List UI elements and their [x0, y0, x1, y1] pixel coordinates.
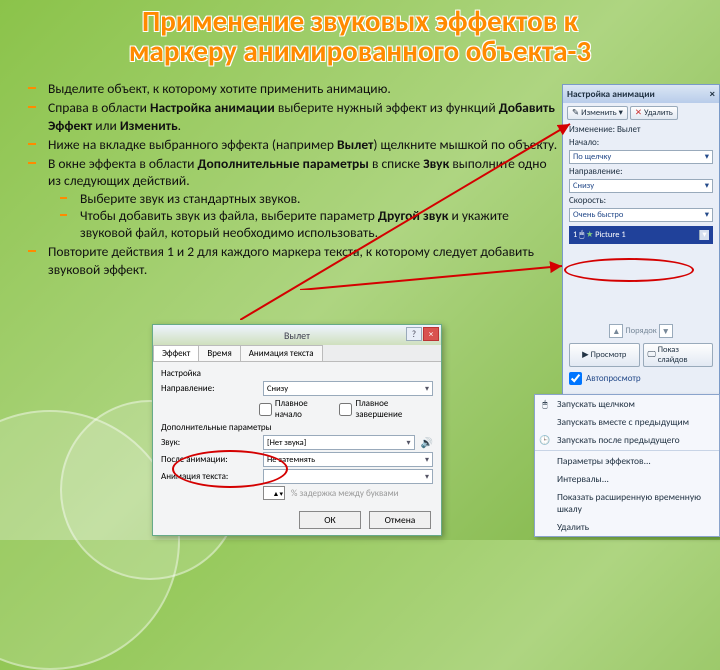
help-icon[interactable]: ? — [406, 327, 422, 341]
chevron-down-icon: ▾ — [705, 152, 709, 162]
menu-start-after-prev[interactable]: 🕒Запускать после предыдущего — [535, 431, 719, 449]
letter-delay-label: % задержка между буквами — [291, 488, 399, 499]
slide-title: Применение звуковых эффектов к маркеру а… — [0, 6, 720, 67]
slide-body-text: Выделите объект, к которому хотите приме… — [28, 80, 558, 280]
reorder-row: ▲ Порядок ▼ — [563, 321, 719, 341]
change-label: Изменение: Вылет — [563, 123, 719, 136]
context-menu: 🖱Запускать щелчком Запускать вместе с пр… — [534, 394, 720, 537]
direction-select[interactable]: Снизу▾ — [569, 179, 713, 193]
chevron-down-icon: ▾ — [425, 455, 429, 465]
menu-show-advanced-timeline[interactable]: Показать расширенную временную шкалу — [535, 488, 719, 518]
play-button[interactable]: ▶ Просмотр — [569, 343, 640, 367]
tab-text-animation[interactable]: Анимация текста — [240, 345, 323, 361]
pencil-icon: ✎ — [572, 108, 579, 118]
speed-label: Скорость: — [563, 194, 719, 207]
dlg-sound-label: Звук: — [161, 437, 257, 448]
dlg-after-select[interactable]: Не затемнять▾ — [263, 452, 433, 467]
tab-effect[interactable]: Эффект — [153, 345, 199, 361]
bullet-4-sub2: Чтобы добавить звук из файла, выберите п… — [74, 207, 558, 242]
clock-icon: 🕒 — [538, 433, 552, 447]
remove-effect-button[interactable]: ✕ Удалить — [630, 106, 678, 120]
move-down-button[interactable]: ▼ — [659, 324, 673, 338]
mouse-icon: 🖱 — [538, 397, 552, 411]
dlg-textanim-label: Анимация текста: — [161, 471, 257, 482]
title-line2: маркеру анимированного объекта-3 — [129, 33, 591, 69]
autopreview-checkbox[interactable]: Автопросмотр — [563, 369, 719, 388]
bullet-2: Справа в области Настройка анимации выбе… — [42, 99, 558, 134]
change-effect-button[interactable]: ✎ Изменить ▾ — [567, 106, 628, 120]
group-settings: Настройка — [161, 368, 433, 379]
move-up-button[interactable]: ▲ — [609, 324, 623, 338]
chevron-down-icon: ▾ — [425, 384, 429, 394]
speaker-icon[interactable]: 🔊 — [421, 436, 433, 449]
star-icon: ★ — [586, 230, 593, 240]
menu-delete[interactable]: Удалить — [535, 518, 719, 536]
x-icon: ✕ — [635, 108, 642, 118]
start-label: Начало: — [563, 136, 719, 149]
menu-effect-options[interactable]: Параметры эффектов... — [535, 452, 719, 470]
dlg-textanim-select[interactable]: ▾ — [263, 469, 433, 484]
letter-delay-spinner[interactable]: ▲▾ — [263, 486, 285, 500]
dialog-title: Вылет — [284, 329, 310, 342]
ok-button[interactable]: ОК — [299, 511, 361, 529]
pane-header: Настройка анимации × — [563, 85, 719, 103]
chevron-down-icon: ▾ — [705, 181, 709, 191]
dlg-after-label: После анимации: — [161, 454, 257, 465]
bullet-4-sub1: Выберите звук из стандартных звуков. — [74, 190, 558, 207]
menu-start-with-prev[interactable]: Запускать вместе с предыдущим — [535, 413, 719, 431]
autopreview-input[interactable] — [569, 372, 582, 385]
slideshow-button[interactable]: 🖵 Показ слайдов — [643, 343, 714, 367]
cancel-button[interactable]: Отмена — [369, 511, 431, 529]
bullet-5: Повторите действия 1 и 2 для каждого мар… — [42, 243, 558, 278]
effect-dialog: Вылет ? × Эффект Время Анимация текста Н… — [152, 324, 442, 536]
dlg-direction-label: Направление: — [161, 383, 257, 394]
close-icon[interactable]: × — [709, 89, 715, 100]
effect-list-item[interactable]: 1 🖱 ★ Picture 1 ▾ — [569, 226, 713, 244]
close-icon[interactable]: × — [423, 327, 439, 341]
dlg-sound-select[interactable]: [Нет звука]▾ — [263, 435, 415, 450]
dialog-titlebar: Вылет ? × — [153, 325, 441, 345]
bullet-3: Ниже на вкладке выбранного эффекта (напр… — [42, 136, 558, 153]
item-dropdown-icon[interactable]: ▾ — [699, 230, 709, 240]
animation-task-pane: Настройка анимации × ✎ Изменить ▾ ✕ Удал… — [562, 84, 720, 410]
smooth-start-checkbox[interactable]: Плавное начало — [259, 398, 334, 420]
chevron-down-icon: ▾ — [425, 472, 429, 482]
smooth-end-checkbox[interactable]: Плавное завершение — [339, 398, 433, 420]
bullet-4: В окне эффекта в области Дополнительные … — [42, 155, 558, 241]
tab-timing[interactable]: Время — [198, 345, 240, 361]
pane-title: Настройка анимации — [567, 88, 655, 100]
menu-separator — [535, 450, 719, 451]
chevron-down-icon: ▾ — [407, 438, 411, 448]
menu-timing[interactable]: Интервалы... — [535, 470, 719, 488]
menu-start-on-click[interactable]: 🖱Запускать щелчком — [535, 395, 719, 413]
direction-label: Направление: — [563, 165, 719, 178]
bullet-1: Выделите объект, к которому хотите приме… — [42, 80, 558, 97]
start-select[interactable]: По щелчку▾ — [569, 150, 713, 164]
chevron-down-icon: ▾ — [705, 210, 709, 220]
dlg-direction-select[interactable]: Снизу▾ — [263, 381, 433, 396]
group-additional: Дополнительные параметры — [161, 422, 433, 433]
chevron-down-icon: ▾ — [619, 108, 623, 118]
speed-select[interactable]: Очень быстро▾ — [569, 208, 713, 222]
